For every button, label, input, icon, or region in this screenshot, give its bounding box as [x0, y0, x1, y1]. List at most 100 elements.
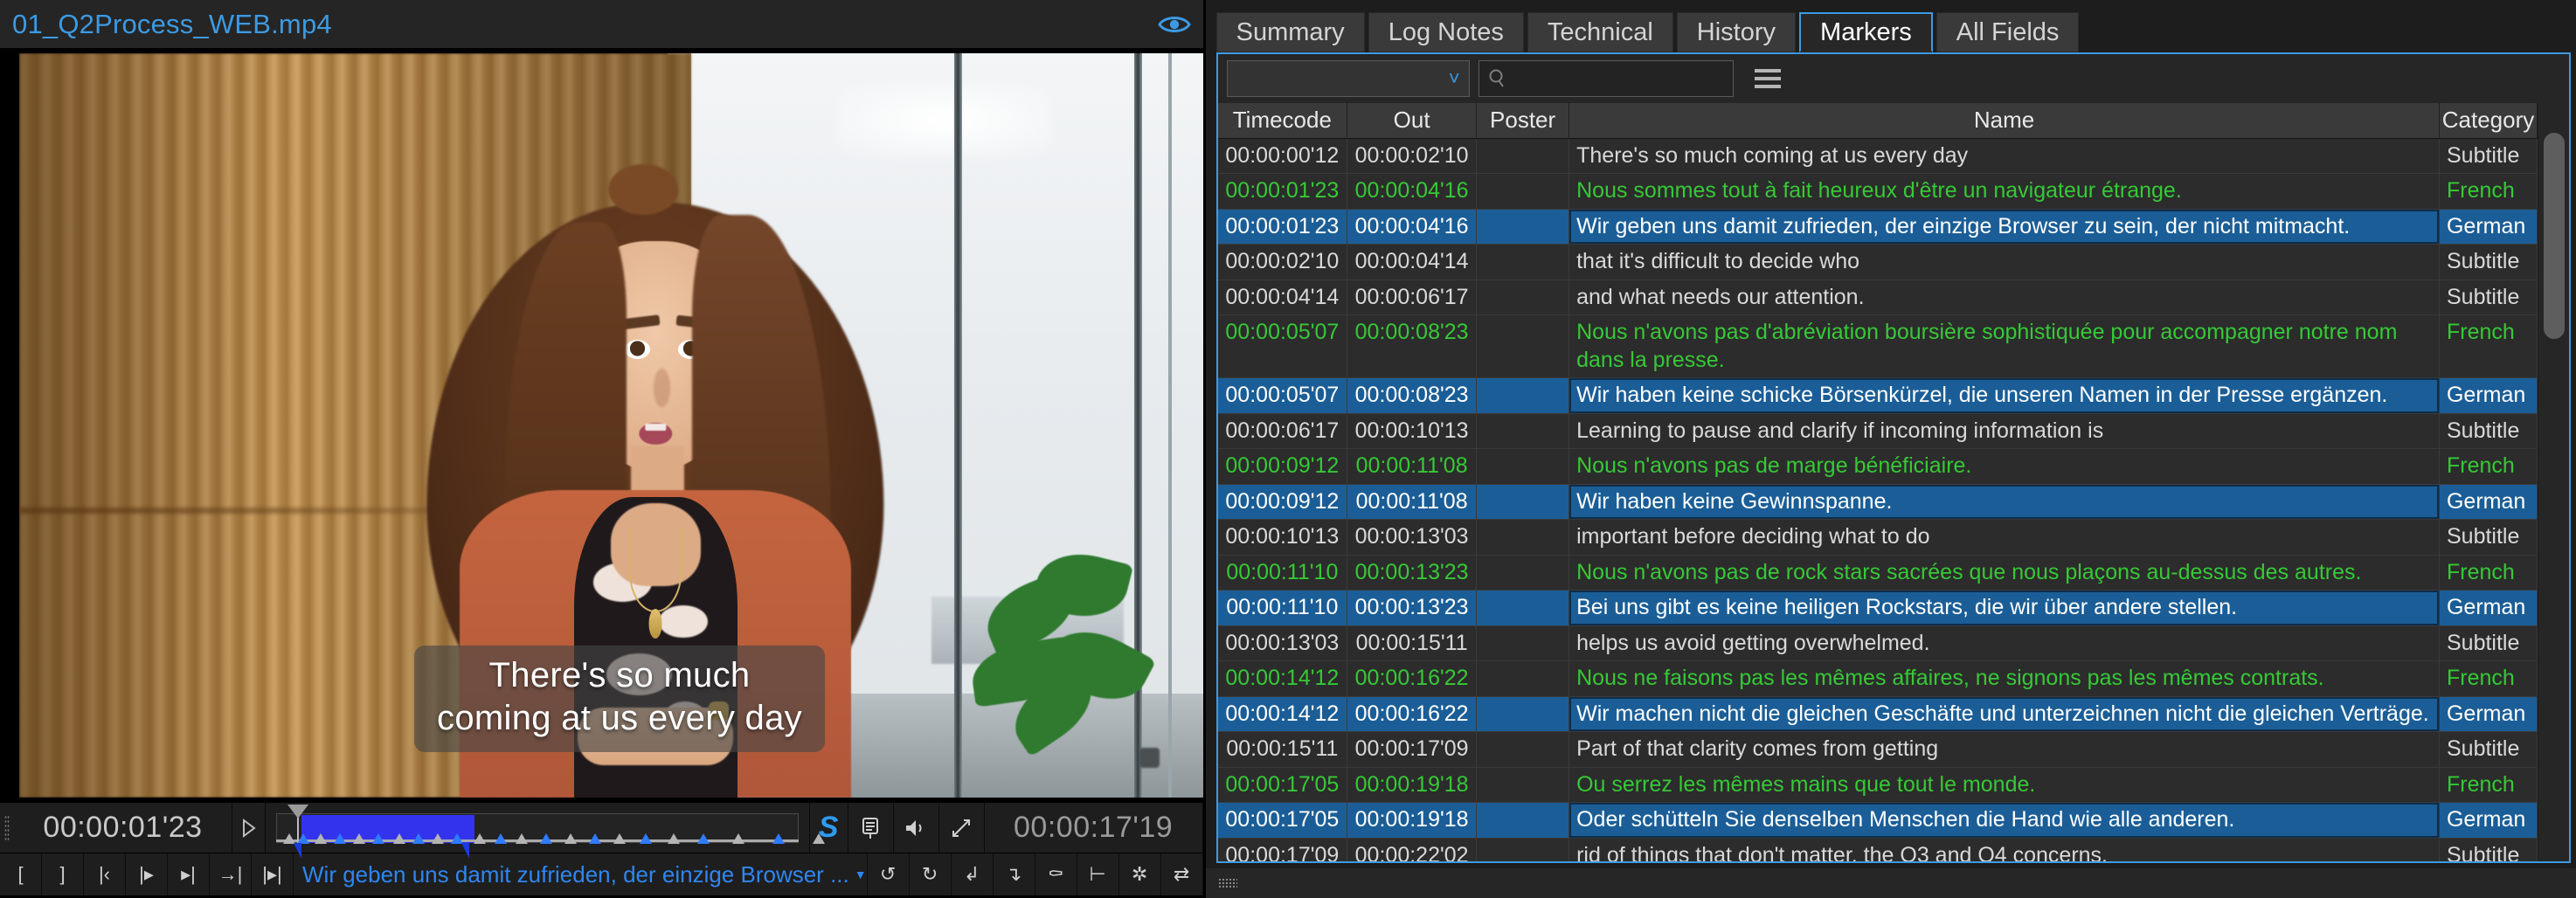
cell-name[interactable]: Wir machen nicht die gleichen Geschäfte … [1568, 696, 2440, 732]
cell-timecode[interactable]: 00:00:02'10 [1217, 244, 1348, 280]
cell-timecode[interactable]: 00:00:09'12 [1217, 484, 1348, 520]
cell-name[interactable]: Wir geben uns damit zufrieden, der einzi… [1568, 209, 2440, 245]
cell-out[interactable]: 00:00:15'11 [1347, 625, 1478, 661]
cell-timecode[interactable]: 00:00:17'05 [1217, 767, 1348, 803]
column-header-poster[interactable]: Poster [1476, 103, 1570, 139]
cell-category[interactable]: French [2439, 767, 2538, 803]
table-row[interactable]: 00:00:06'17 00:00:10'13 Learning to pause … [1217, 413, 2538, 449]
cell-timecode[interactable]: 00:00:06'17 [1217, 413, 1348, 449]
delete-marker-button[interactable]: ⊢ [1077, 853, 1119, 895]
table-row[interactable]: 00:00:17'05 00:00:19'18 Ou serrez les même… [1217, 767, 2538, 803]
duration-timecode-display[interactable]: 00:00:17'19 [985, 803, 1203, 853]
tab-summary[interactable]: Summary [1215, 12, 1365, 52]
category-filter-select[interactable]: ˅ [1226, 60, 1470, 97]
cell-category[interactable]: French [2439, 660, 2538, 697]
flag-marker-button[interactable]: ⚰ [1035, 853, 1077, 895]
cell-timecode[interactable]: 00:00:14'12 [1217, 660, 1348, 697]
cell-out[interactable]: 00:00:11'08 [1347, 448, 1478, 485]
cell-poster[interactable] [1476, 448, 1570, 485]
tab-technical[interactable]: Technical [1527, 12, 1673, 52]
mark-out-button[interactable]: ] [42, 853, 84, 895]
cell-out[interactable]: 00:00:16'22 [1347, 696, 1478, 732]
cell-out[interactable]: 00:00:11'08 [1347, 484, 1478, 520]
cell-name[interactable]: Learning to pause and clarify if incomin… [1568, 413, 2440, 449]
cell-name[interactable]: Bei uns gibt es keine heiligen Rockstars… [1568, 590, 2440, 626]
cell-out[interactable]: 00:00:10'13 [1347, 413, 1478, 449]
cell-out[interactable]: 00:00:16'22 [1347, 660, 1478, 697]
cell-name[interactable]: There's so much coming at us every day [1568, 138, 2440, 174]
cell-poster[interactable] [1476, 377, 1570, 414]
table-row[interactable]: 00:00:09'12 00:00:11'08 Wir haben keine Ge… [1217, 484, 2538, 520]
tab-all-fields[interactable]: All Fields [1935, 12, 2080, 52]
cell-category[interactable]: French [2439, 448, 2538, 485]
column-header-timecode[interactable]: Timecode [1217, 103, 1348, 139]
markers-options-menu-button[interactable] [1754, 69, 1781, 88]
play-from-start-button[interactable]: |▸ [126, 853, 168, 895]
table-row[interactable]: 00:00:02'10 00:00:04'14 that it's difficul… [1217, 244, 2538, 280]
cell-category[interactable]: German [2439, 377, 2538, 414]
cell-poster[interactable] [1476, 555, 1570, 591]
table-row[interactable]: 00:00:09'12 00:00:11'08 Nous n'avons pas d… [1217, 448, 2538, 485]
marker-name-input[interactable]: Wir geben uns damit zufrieden, der einzi… [294, 853, 868, 895]
table-row[interactable]: 00:00:11'10 00:00:13'23 Nous n'avons pas d… [1217, 555, 2538, 591]
cell-category[interactable]: Subtitle [2439, 731, 2538, 768]
search-field[interactable] [1478, 60, 1734, 97]
cell-name[interactable]: Nous n'avons pas de rock stars sacrées q… [1568, 555, 2440, 591]
cell-poster[interactable] [1476, 802, 1570, 839]
cell-category[interactable]: Subtitle [2439, 519, 2538, 556]
markers-vertical-scrollbar[interactable] [2537, 103, 2569, 861]
cell-poster[interactable] [1476, 173, 1570, 210]
cell-name[interactable]: that it's difficult to decide who [1568, 244, 2440, 280]
cell-name[interactable]: helps us avoid getting overwhelmed. [1568, 625, 2440, 661]
cell-name[interactable]: Wir haben keine schicke Börsenkürzel, di… [1568, 377, 2440, 414]
cell-timecode[interactable]: 00:00:01'23 [1217, 209, 1348, 245]
table-row[interactable]: 00:00:14'12 00:00:16'22 Wir machen nicht d… [1217, 696, 2538, 732]
view-toggle-button[interactable] [1157, 13, 1191, 36]
cell-name[interactable]: Nous sommes tout à fait heureux d'être u… [1568, 173, 2440, 210]
mark-in-button[interactable]: [ [0, 853, 42, 895]
cell-out[interactable]: 00:00:02'10 [1347, 138, 1478, 174]
cell-timecode[interactable]: 00:00:15'11 [1217, 731, 1348, 768]
cell-name[interactable]: and what needs our attention. [1568, 280, 2440, 315]
cell-timecode[interactable]: 00:00:17'09 [1217, 838, 1348, 861]
cell-timecode[interactable]: 00:00:04'14 [1217, 280, 1348, 315]
cell-timecode[interactable]: 00:00:05'07 [1217, 377, 1348, 414]
cell-out[interactable]: 00:00:04'16 [1347, 209, 1478, 245]
cell-timecode[interactable]: 00:00:10'13 [1217, 519, 1348, 556]
cell-poster[interactable] [1476, 519, 1570, 556]
cell-category[interactable]: Subtitle [2439, 138, 2538, 174]
cell-category[interactable]: French [2439, 314, 2538, 378]
cell-poster[interactable] [1476, 625, 1570, 661]
table-row[interactable]: 00:00:01'23 00:00:04'16 Nous sommes tout à… [1217, 173, 2538, 210]
cell-category[interactable]: Subtitle [2439, 244, 2538, 280]
table-row[interactable]: 00:00:04'14 00:00:06'17 and what needs our… [1217, 280, 2538, 315]
cell-poster[interactable] [1476, 413, 1570, 449]
cell-name[interactable]: Ou serrez les mêmes mains que tout le mo… [1568, 767, 2440, 803]
scrubber[interactable] [266, 803, 825, 859]
table-row[interactable]: 00:00:05'07 00:00:08'23 Wir haben keine sc… [1217, 377, 2538, 414]
play-button[interactable] [232, 803, 266, 853]
cell-out[interactable]: 00:00:08'23 [1347, 314, 1478, 378]
cell-name[interactable]: Nous n'avons pas de marge bénéficiaire. [1568, 448, 2440, 485]
cell-poster[interactable] [1476, 484, 1570, 520]
cell-out[interactable]: 00:00:17'09 [1347, 731, 1478, 768]
sync-marker-button[interactable]: ⇄ [1161, 853, 1203, 895]
cell-out[interactable]: 00:00:19'18 [1347, 802, 1478, 839]
audio-meter-button[interactable] [848, 803, 894, 853]
cell-out[interactable]: 00:00:19'18 [1347, 767, 1478, 803]
cell-poster[interactable] [1476, 696, 1570, 732]
cell-out[interactable]: 00:00:08'23 [1347, 377, 1478, 414]
table-row[interactable]: 00:00:10'13 00:00:13'03 important before d… [1217, 519, 2538, 556]
cell-out[interactable]: 00:00:22'02 [1347, 838, 1478, 861]
cell-category[interactable]: Subtitle [2439, 625, 2538, 661]
undo-button[interactable]: ↺ [868, 853, 910, 895]
cell-timecode[interactable]: 00:00:05'07 [1217, 314, 1348, 378]
redo-button[interactable]: ↻ [910, 853, 952, 895]
cell-poster[interactable] [1476, 280, 1570, 315]
cell-category[interactable]: Subtitle [2439, 838, 2538, 861]
cell-category[interactable]: French [2439, 173, 2538, 210]
fullscreen-button[interactable] [939, 803, 985, 853]
go-to-end-button[interactable]: |▸| [252, 853, 294, 895]
cell-timecode[interactable]: 00:00:13'03 [1217, 625, 1348, 661]
cell-poster[interactable] [1476, 838, 1570, 861]
